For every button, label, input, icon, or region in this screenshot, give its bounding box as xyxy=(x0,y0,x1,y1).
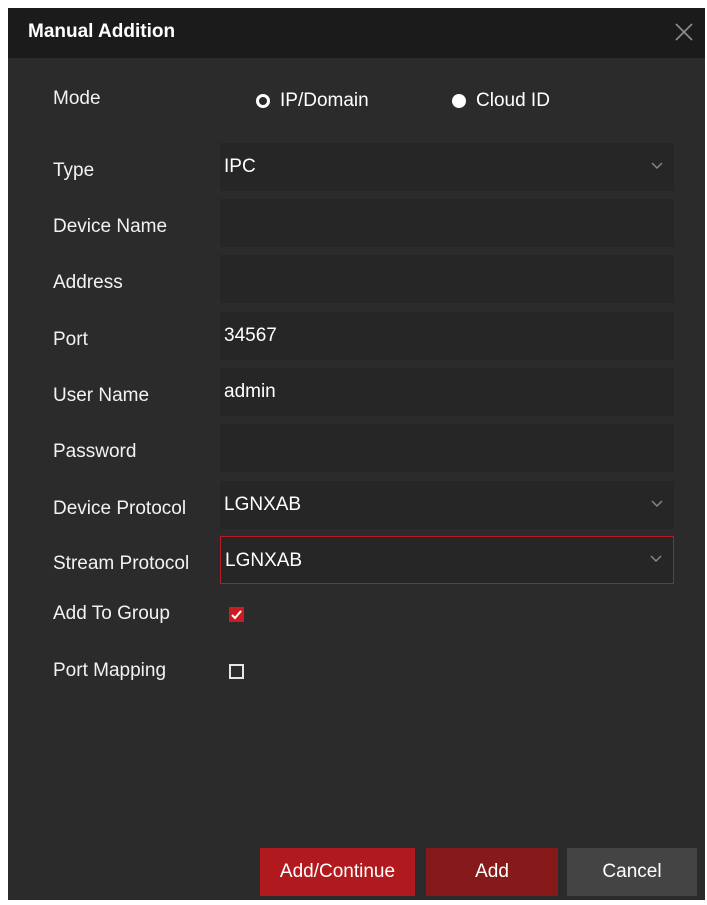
mode-label: Mode xyxy=(53,88,101,109)
user-name-label: User Name xyxy=(53,385,150,406)
port-label: Port xyxy=(53,329,88,350)
port-field[interactable]: 34567 xyxy=(220,312,674,360)
address-label: Address xyxy=(53,272,123,293)
mode-radio-cloud-id[interactable]: Cloud ID xyxy=(452,90,550,112)
password-input[interactable] xyxy=(224,424,674,472)
radio-label-ip-domain: IP/Domain xyxy=(280,90,369,111)
type-value: IPC xyxy=(224,156,256,177)
device-name-input[interactable] xyxy=(224,199,674,247)
type-select[interactable]: IPC xyxy=(220,143,674,191)
cancel-button[interactable]: Cancel xyxy=(567,848,697,896)
radio-selected-icon xyxy=(452,94,466,108)
checkmark-icon xyxy=(231,610,242,620)
user-name-value: admin xyxy=(224,381,276,402)
address-field[interactable] xyxy=(220,255,674,303)
add-button[interactable]: Add xyxy=(426,848,558,896)
radio-label-cloud-id: Cloud ID xyxy=(476,90,550,111)
stream-protocol-select[interactable]: LGNXAB xyxy=(220,536,674,584)
device-protocol-select[interactable]: LGNXAB xyxy=(220,481,674,529)
add-continue-button[interactable]: Add/Continue xyxy=(260,848,415,896)
radio-unselected-icon xyxy=(256,94,270,108)
close-icon[interactable] xyxy=(672,20,696,44)
device-name-field[interactable] xyxy=(220,199,674,247)
add-to-group-checkbox[interactable] xyxy=(229,607,244,622)
device-protocol-value: LGNXAB xyxy=(224,494,302,515)
stream-protocol-value: LGNXAB xyxy=(225,550,303,571)
device-protocol-label: Device Protocol xyxy=(53,498,187,519)
chevron-down-icon xyxy=(651,162,663,169)
chevron-down-icon xyxy=(650,555,662,562)
password-label: Password xyxy=(53,441,137,462)
port-value: 34567 xyxy=(224,325,277,346)
address-input[interactable] xyxy=(224,255,674,303)
device-name-label: Device Name xyxy=(53,216,168,237)
password-field[interactable] xyxy=(220,424,674,472)
dialog-title: Manual Addition xyxy=(28,21,176,42)
manual-addition-dialog: Manual Addition Mode IP/Domain Cloud ID … xyxy=(8,8,705,900)
mode-radio-ip-domain[interactable]: IP/Domain xyxy=(256,90,369,112)
chevron-down-icon xyxy=(651,500,663,507)
type-label: Type xyxy=(53,160,95,181)
stream-protocol-label: Stream Protocol xyxy=(53,553,190,574)
port-mapping-checkbox[interactable] xyxy=(229,664,244,679)
port-mapping-label: Port Mapping xyxy=(53,660,167,681)
user-name-field[interactable]: admin xyxy=(220,368,674,416)
add-to-group-label: Add To Group xyxy=(53,603,170,624)
title-bar: Manual Addition xyxy=(8,8,705,58)
